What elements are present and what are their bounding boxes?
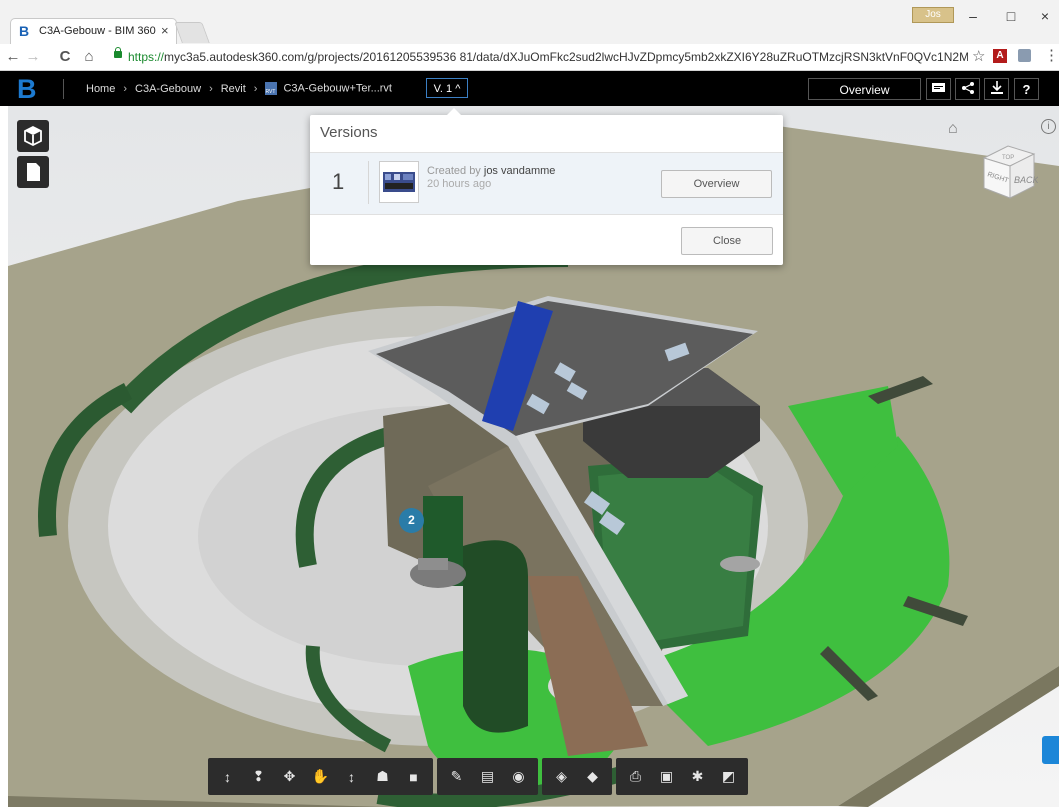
breadcrumb-separator: › — [123, 82, 128, 95]
walk-person-icon[interactable]: ☗ — [367, 761, 398, 792]
address-bar: ← → C ⌂ https://myc3a5.autodesk360.com/g… — [0, 44, 1059, 71]
comment-icon[interactable]: ▤ — [472, 761, 503, 792]
version-row[interactable]: 1 Created by jos vandamme 20 hours ago O… — [310, 152, 783, 215]
orbit-tool-icon[interactable]: ↕ — [212, 761, 243, 792]
download-button[interactable] — [984, 78, 1009, 100]
markup-side-button[interactable] — [1042, 736, 1059, 764]
url-input[interactable]: https://myc3a5.autodesk360.com/g/project… — [110, 47, 1000, 67]
close-button[interactable]: Close — [681, 227, 773, 255]
maximize-button[interactable]: □ — [996, 8, 1026, 24]
breadcrumb-folder[interactable]: Revit — [215, 83, 252, 95]
zoom-tool-icon[interactable]: ↕ — [336, 761, 367, 792]
model-tools-group: ◈ ◆ — [542, 758, 612, 795]
bim360-favicon-icon: B — [19, 23, 30, 39]
new-tab-button[interactable] — [174, 22, 210, 43]
share-button[interactable] — [955, 78, 980, 100]
issue-pushpin[interactable]: 2 — [399, 508, 424, 533]
breadcrumb-separator: › — [253, 82, 258, 95]
markup-pen-icon[interactable]: ✎ — [441, 761, 472, 792]
download-icon — [990, 81, 1003, 94]
url-text: myc3a5.autodesk360.com/g/projects/201612… — [164, 50, 968, 64]
version-thumbnail[interactable] — [379, 161, 419, 203]
browser-tab[interactable]: B C3A-Gebouw - BIM 360 × — [10, 18, 177, 44]
section-icon[interactable]: ◆ — [577, 761, 608, 792]
cube-icon — [24, 125, 42, 147]
bim360-logo[interactable]: B — [17, 74, 37, 104]
markup-tools-group: ✎ ▤ ◉ — [437, 758, 538, 795]
help-button[interactable]: ? — [1014, 78, 1039, 100]
sheets-button[interactable] — [17, 156, 49, 188]
viewcube[interactable]: BACK RIGHT TOP — [976, 136, 1038, 206]
browser-titlebar: B C3A-Gebouw - BIM 360 × Jos – □ × — [0, 0, 1059, 44]
print-icon[interactable]: ⎙ — [620, 761, 651, 792]
bookmark-star-icon[interactable]: ☆ — [972, 47, 985, 65]
share-icon — [961, 82, 974, 94]
pan-hand-icon[interactable]: ✋ — [305, 761, 336, 792]
lock-icon — [114, 47, 122, 58]
app-header: B Home › C3A-Gebouw › Revit › C3A-Gebouw… — [0, 71, 1059, 106]
info-icon[interactable]: i — [1041, 119, 1056, 134]
minimize-button[interactable]: – — [958, 8, 988, 24]
tab-title: C3A-Gebouw - BIM 360 — [39, 25, 156, 37]
overview-button[interactable]: Overview — [808, 78, 921, 100]
browser-menu-icon[interactable]: ⋮ — [1044, 46, 1059, 64]
versions-panel: Versions 1 Created by jos vandamme 20 ho… — [310, 108, 783, 265]
back-button[interactable]: ← — [4, 48, 22, 66]
properties-icon[interactable]: ▣ — [651, 761, 682, 792]
breadcrumb-project[interactable]: C3A-Gebouw — [129, 83, 207, 95]
home-button[interactable]: ⌂ — [80, 48, 98, 66]
version-number: 1 — [332, 169, 345, 194]
first-person-icon[interactable]: ❢ — [243, 761, 274, 792]
document-icon — [27, 163, 40, 181]
version-timestamp: 20 hours ago — [427, 178, 492, 190]
breadcrumb: Home › C3A-Gebouw › Revit › C3A-Gebouw+T… — [80, 71, 398, 106]
camera-icon[interactable]: ■ — [398, 761, 429, 792]
comment-icon — [932, 83, 945, 92]
comments-button[interactable] — [926, 78, 951, 100]
breadcrumb-home[interactable]: Home — [80, 83, 121, 95]
header-divider — [63, 79, 64, 99]
home-view-icon[interactable]: ⌂ — [948, 120, 958, 138]
breadcrumb-file: C3A-Gebouw+Ter...rvt — [283, 82, 392, 95]
pdf-extension-icon[interactable]: A — [993, 49, 1007, 63]
breadcrumb-separator: › — [209, 82, 213, 95]
versions-title: Versions — [320, 124, 378, 141]
version-author: Created by jos vandamme — [427, 165, 556, 177]
fullscreen-icon[interactable]: ◩ — [713, 761, 744, 792]
version-dropdown-button[interactable]: V. 1 ^ — [426, 78, 468, 98]
rotate-tool-icon[interactable]: ✥ — [274, 761, 305, 792]
forward-button[interactable]: → — [24, 48, 42, 66]
extension-icon[interactable] — [1018, 49, 1031, 62]
explode-icon[interactable]: ◈ — [546, 761, 577, 792]
tab-close-icon[interactable]: × — [161, 23, 169, 38]
profile-badge[interactable]: Jos — [912, 7, 954, 23]
model-browser-button[interactable] — [17, 120, 49, 152]
settings-tools-group: ⎙ ▣ ✱ ◩ — [616, 758, 748, 795]
url-scheme: https:// — [128, 50, 165, 64]
window-close-button[interactable]: × — [1030, 8, 1059, 24]
viewcube-back-label: BACK — [1014, 175, 1038, 185]
navigation-tools-group: ↕ ❢ ✥ ✋ ↕ ☗ ■ — [208, 758, 433, 795]
viewer-toolbar: ↕ ❢ ✥ ✋ ↕ ☗ ■ ✎ ▤ ◉ ◈ ◆ ⎙ ▣ ✱ ◩ — [208, 758, 748, 795]
version-overview-button[interactable]: Overview — [661, 170, 772, 198]
viewcube-top-label: TOP — [1002, 155, 1014, 161]
settings-gear-icon[interactable]: ✱ — [682, 761, 713, 792]
revit-file-icon — [265, 82, 278, 95]
visibility-icon[interactable]: ◉ — [503, 761, 534, 792]
reload-button[interactable]: C — [56, 48, 74, 66]
version-divider — [368, 161, 369, 204]
